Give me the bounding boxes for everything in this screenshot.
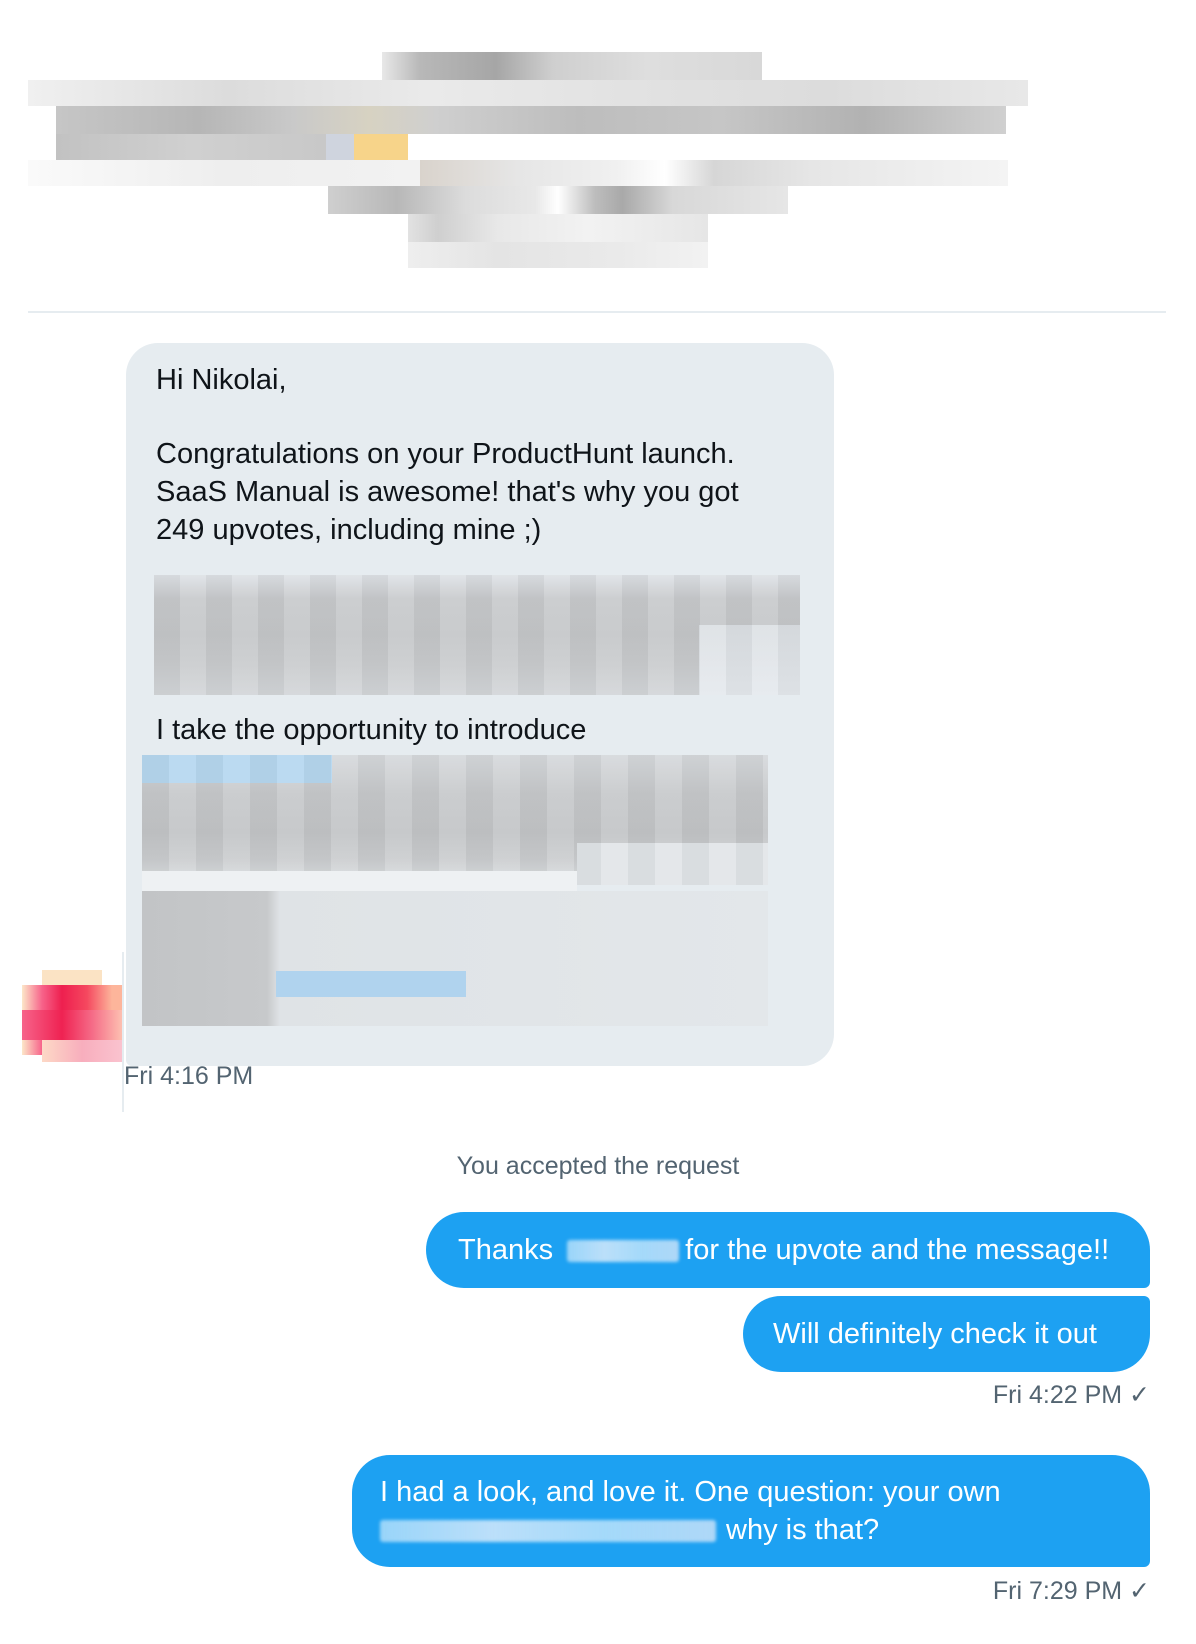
redacted-text-block <box>142 871 768 1026</box>
redacted-name <box>567 1240 680 1263</box>
section-divider <box>28 311 1166 313</box>
message-timestamp: Fri 7:29 PM ✓ <box>992 1577 1150 1605</box>
message-text: for the upvote and the message!! <box>685 1234 1110 1266</box>
redacted-text-block <box>154 575 800 695</box>
outgoing-message-bubble[interactable]: Will definitely check it out <box>743 1296 1150 1372</box>
outgoing-message-bubble[interactable]: Thanks for the upvote and the message!! <box>426 1212 1150 1288</box>
request-accepted-notice: You accepted the request <box>456 1152 740 1180</box>
redacted-text <box>380 1520 716 1543</box>
incoming-message-bubble[interactable]: Hi Nikolai, Congratulations on your Prod… <box>126 343 834 1066</box>
message-text: Thanks <box>458 1234 554 1266</box>
message-line: 249 upvotes, including mine ;) <box>156 514 542 546</box>
message-text: I had a look, and love it. One question:… <box>380 1476 1001 1508</box>
message-text: Will definitely check it out <box>773 1318 1097 1350</box>
redacted-profile-header <box>28 24 1108 284</box>
message-line: SaaS Manual is awesome! that's why you g… <box>156 476 739 508</box>
redacted-text-block <box>142 755 768 885</box>
message-timestamp: Fri 4:22 PM ✓ <box>992 1381 1150 1409</box>
outgoing-message-bubble[interactable]: I had a look, and love it. One question:… <box>352 1455 1150 1567</box>
sender-avatar[interactable] <box>22 960 122 1070</box>
message-text: why is that? <box>726 1514 880 1546</box>
message-line: I take the opportunity to introduce <box>156 714 587 746</box>
message-timestamp: Fri 4:16 PM <box>124 1062 254 1090</box>
message-greeting: Hi Nikolai, <box>156 364 287 396</box>
message-line: Congratulations on your ProductHunt laun… <box>156 438 735 470</box>
